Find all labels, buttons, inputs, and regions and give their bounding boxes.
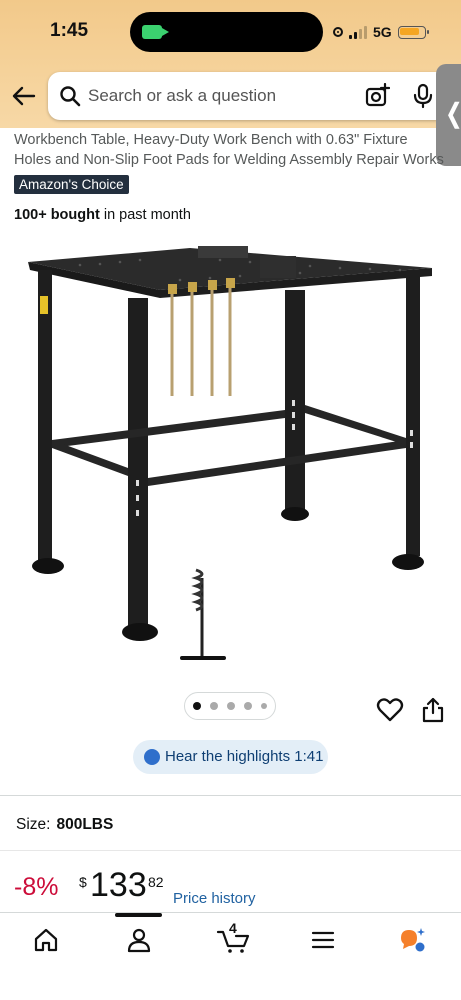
active-tab-indicator [115, 913, 162, 917]
facetime-camera-icon [142, 25, 169, 39]
price-fraction: 82 [148, 874, 164, 890]
amazons-choice-badge: Amazon's Choice [14, 175, 129, 194]
signal-strength-icon [349, 25, 367, 39]
search-bar[interactable] [48, 72, 448, 120]
audio-speaker-icon [144, 749, 160, 765]
welding-table-image[interactable] [20, 240, 440, 670]
image-carousel-indicator[interactable] [184, 692, 276, 720]
bought-in-past-month: 100+ bought in past month [14, 207, 191, 223]
section-divider [0, 850, 461, 851]
carousel-dot[interactable] [227, 702, 235, 710]
price-history-link[interactable]: Price history [173, 890, 256, 907]
section-divider [0, 795, 461, 796]
account-icon[interactable] [125, 926, 153, 954]
discount-percent: -8% [14, 873, 59, 901]
battery-icon [397, 25, 429, 39]
bought-count: 100+ bought [14, 207, 100, 223]
microphone-icon[interactable] [410, 83, 436, 109]
carousel-dot[interactable] [244, 702, 252, 710]
heart-icon[interactable] [376, 697, 404, 723]
network-label: 5G [373, 24, 392, 40]
status-indicators: 5G [333, 22, 429, 42]
home-icon[interactable] [32, 926, 60, 954]
product-title-line-2: Holes and Non-Slip Foot Pads for Welding… [14, 152, 444, 168]
share-icon[interactable] [421, 696, 445, 724]
size-value: 800LBS [56, 816, 114, 833]
menu-icon[interactable] [309, 926, 337, 954]
search-icon [60, 86, 81, 107]
carousel-dot[interactable] [210, 702, 218, 710]
search-input[interactable] [88, 84, 348, 108]
product-title[interactable]: Workbench Table, Heavy-Duty Work Bench w… [14, 126, 454, 170]
price-whole: 133 [90, 866, 147, 904]
carousel-dot[interactable] [193, 702, 201, 710]
price-currency-symbol: $ [79, 874, 87, 890]
rufus-icon[interactable] [398, 926, 426, 954]
size-label: Size: [16, 816, 51, 833]
hear-highlights-label: Hear the highlights 1:41 [165, 748, 324, 765]
chevron-left-icon: ❬ [443, 98, 461, 129]
camera-lens-icon[interactable] [364, 83, 390, 109]
product-title-line-1: Workbench Table, Heavy-Duty Work Bench w… [14, 132, 408, 148]
back-arrow-icon[interactable] [10, 82, 38, 110]
size-selector[interactable]: Size: 800LBS [16, 816, 113, 834]
cart-count: 4 [229, 920, 237, 936]
status-time: 1:45 [50, 20, 89, 41]
bought-suffix: in past month [99, 207, 191, 223]
recording-indicator-icon [333, 27, 343, 37]
dynamic-island [130, 12, 323, 52]
hear-highlights-button[interactable]: Hear the highlights 1:41 [133, 740, 328, 774]
carousel-dot[interactable] [261, 703, 267, 709]
